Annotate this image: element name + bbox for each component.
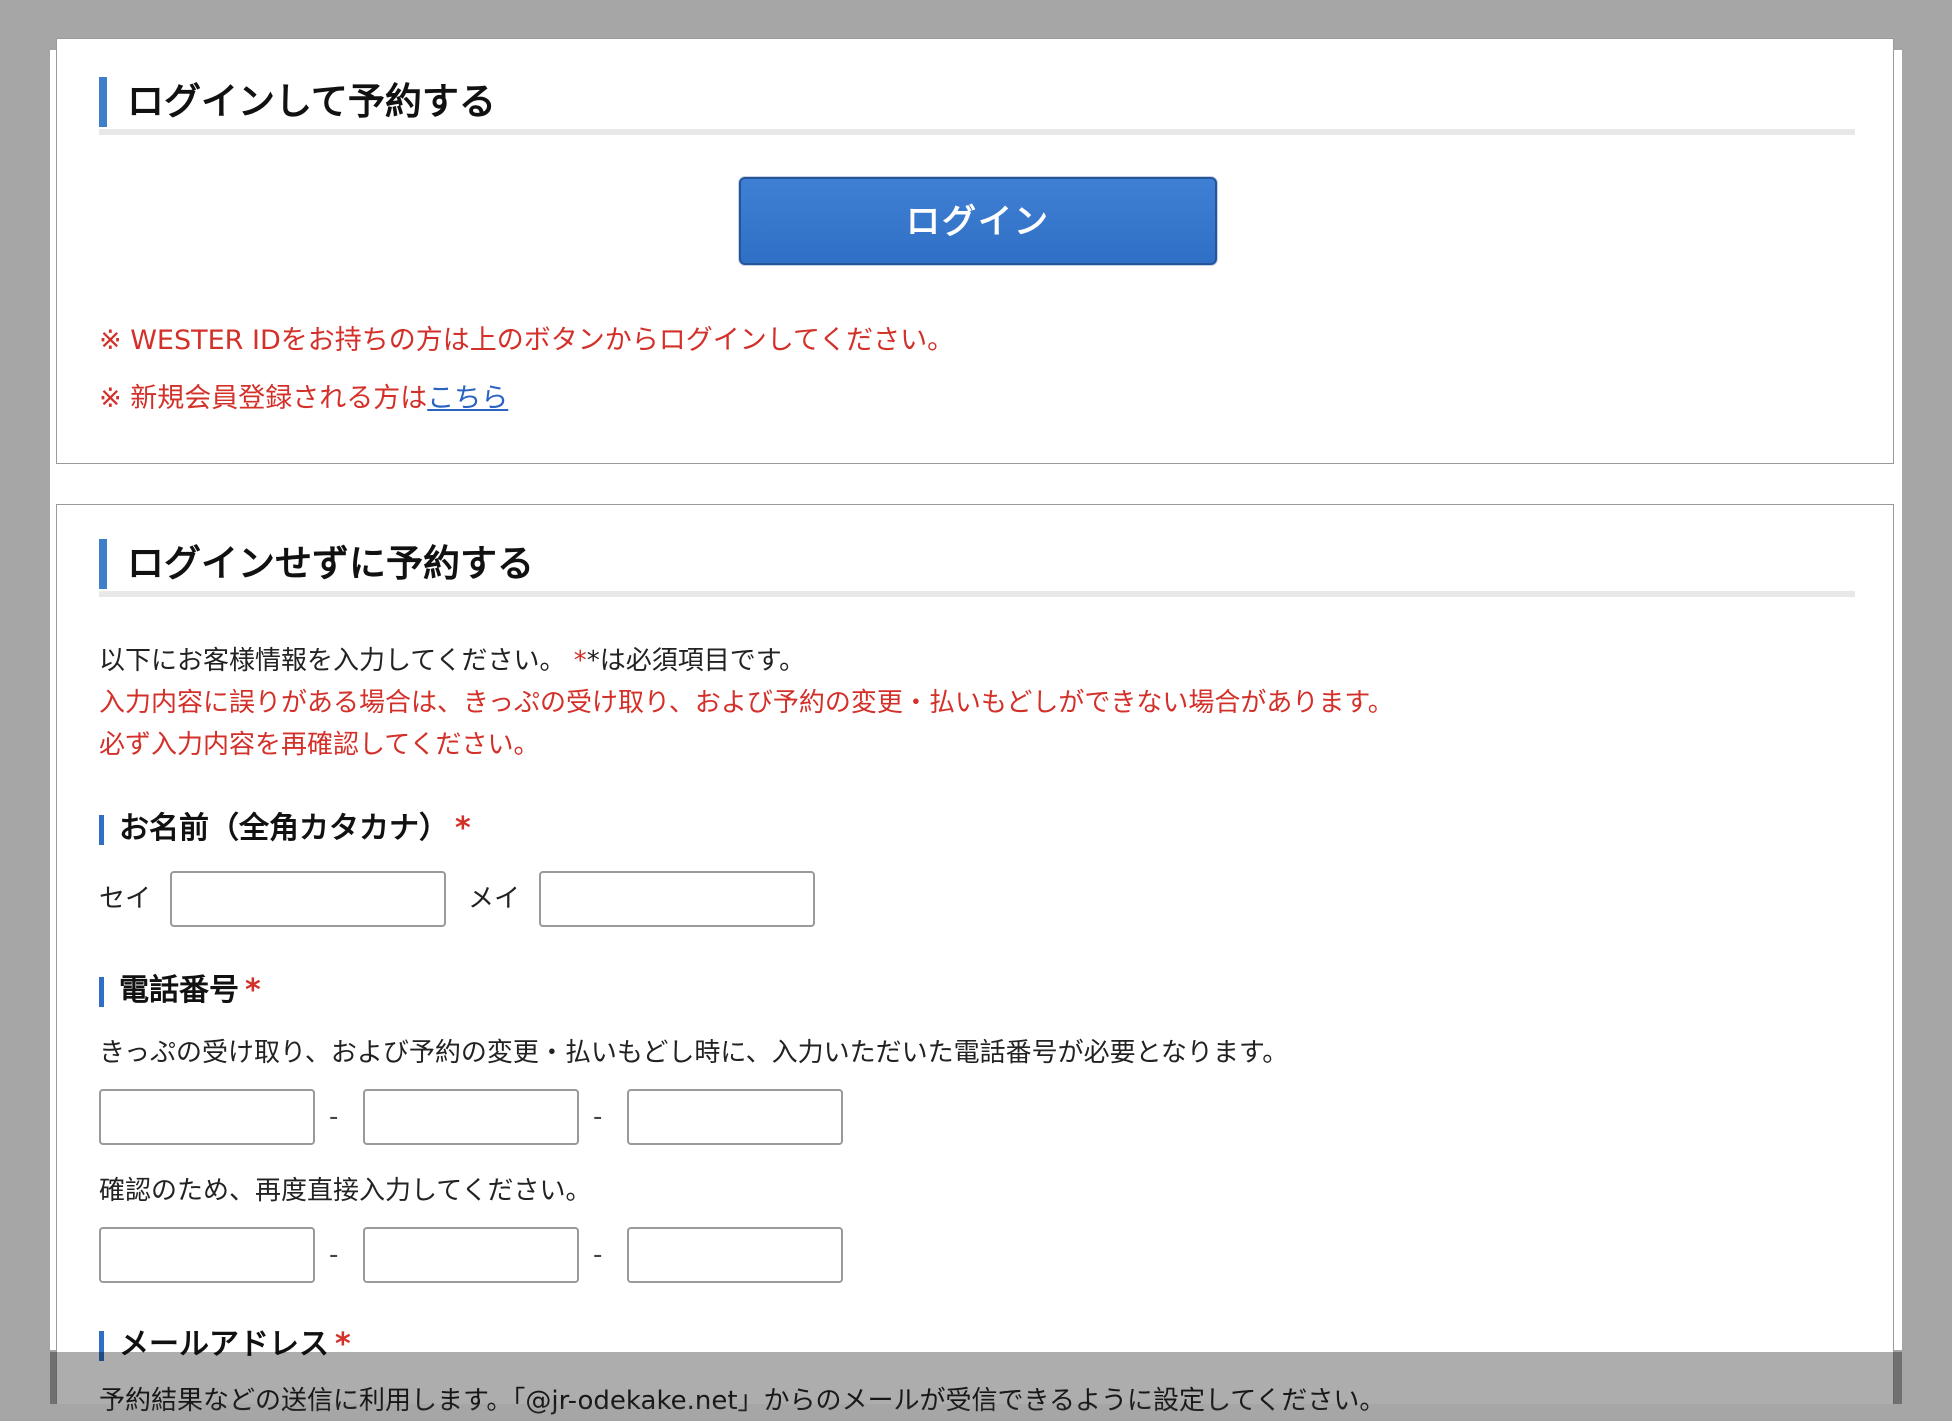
required-mark: * — [245, 973, 261, 1008]
bottom-dim-overlay — [50, 1352, 1902, 1404]
required-explanation: **は必須項目です。 — [573, 646, 806, 676]
phone-confirm-input-1[interactable] — [99, 1227, 315, 1283]
guest-section-title: ログインせずに予約する — [127, 542, 534, 585]
wester-id-note: ※ WESTER IDをお持ちの方は上のボタンからログインしてください。 — [99, 325, 955, 356]
phone-separator: - — [593, 1240, 603, 1270]
field-accent-bar — [99, 815, 104, 845]
login-section-heading: ログインして予約する — [99, 77, 1855, 135]
phone-field-label: 電話番号 — [119, 973, 239, 1008]
phone-input-1[interactable] — [99, 1089, 315, 1145]
intro-text: 以下にお客様情報を入力してください。 **は必須項目です。 — [99, 641, 805, 681]
phone-confirm-input-2[interactable] — [363, 1227, 579, 1283]
warning-line-1: 入力内容に誤りがある場合は、きっぷの受け取り、および予約の変更・払いもどしができ… — [99, 688, 1394, 718]
register-note-text: ※ 新規会員登録される方は — [99, 383, 428, 414]
phone-description: きっぷの受け取り、および予約の変更・払いもどし時に、入力いただいた電話番号が必要… — [99, 1038, 1289, 1068]
phone-confirm-description: 確認のため、再度直接入力してください。 — [99, 1176, 592, 1206]
guest-panel: ログインせずに予約する 以下にお客様情報を入力してください。 **は必須項目です… — [56, 504, 1894, 1416]
login-section-title: ログインして予約する — [127, 80, 496, 123]
phone-separator: - — [329, 1240, 339, 1270]
mei-input[interactable] — [539, 871, 815, 927]
phone-input-2[interactable] — [363, 1089, 579, 1145]
required-mark: * — [455, 811, 471, 846]
sei-label: セイ — [99, 884, 152, 914]
register-note: ※ 新規会員登録される方はこちら — [99, 379, 508, 419]
phone-confirm-input-3[interactable] — [627, 1227, 843, 1283]
field-accent-bar — [99, 977, 104, 1007]
intro-instruction: 以下にお客様情報を入力してください。 — [99, 646, 566, 676]
login-panel: ログインして予約する ログイン ※ WESTER IDをお持ちの方は上のボタンか… — [56, 38, 1894, 464]
phone-separator: - — [593, 1102, 603, 1132]
mei-label: メイ — [468, 884, 521, 914]
heading-accent-bar — [99, 539, 107, 589]
name-field-label: お名前（全角カタカナ） — [119, 811, 449, 846]
sei-input[interactable] — [170, 871, 446, 927]
login-button[interactable]: ログイン — [739, 177, 1217, 265]
register-link[interactable]: こちら — [427, 383, 508, 414]
guest-section-heading: ログインせずに予約する — [99, 539, 1855, 597]
phone-input-3[interactable] — [627, 1089, 843, 1145]
warning-line-2: 必ず入力内容を再確認してください。 — [99, 730, 540, 760]
heading-accent-bar — [99, 77, 107, 127]
phone-separator: - — [329, 1102, 339, 1132]
